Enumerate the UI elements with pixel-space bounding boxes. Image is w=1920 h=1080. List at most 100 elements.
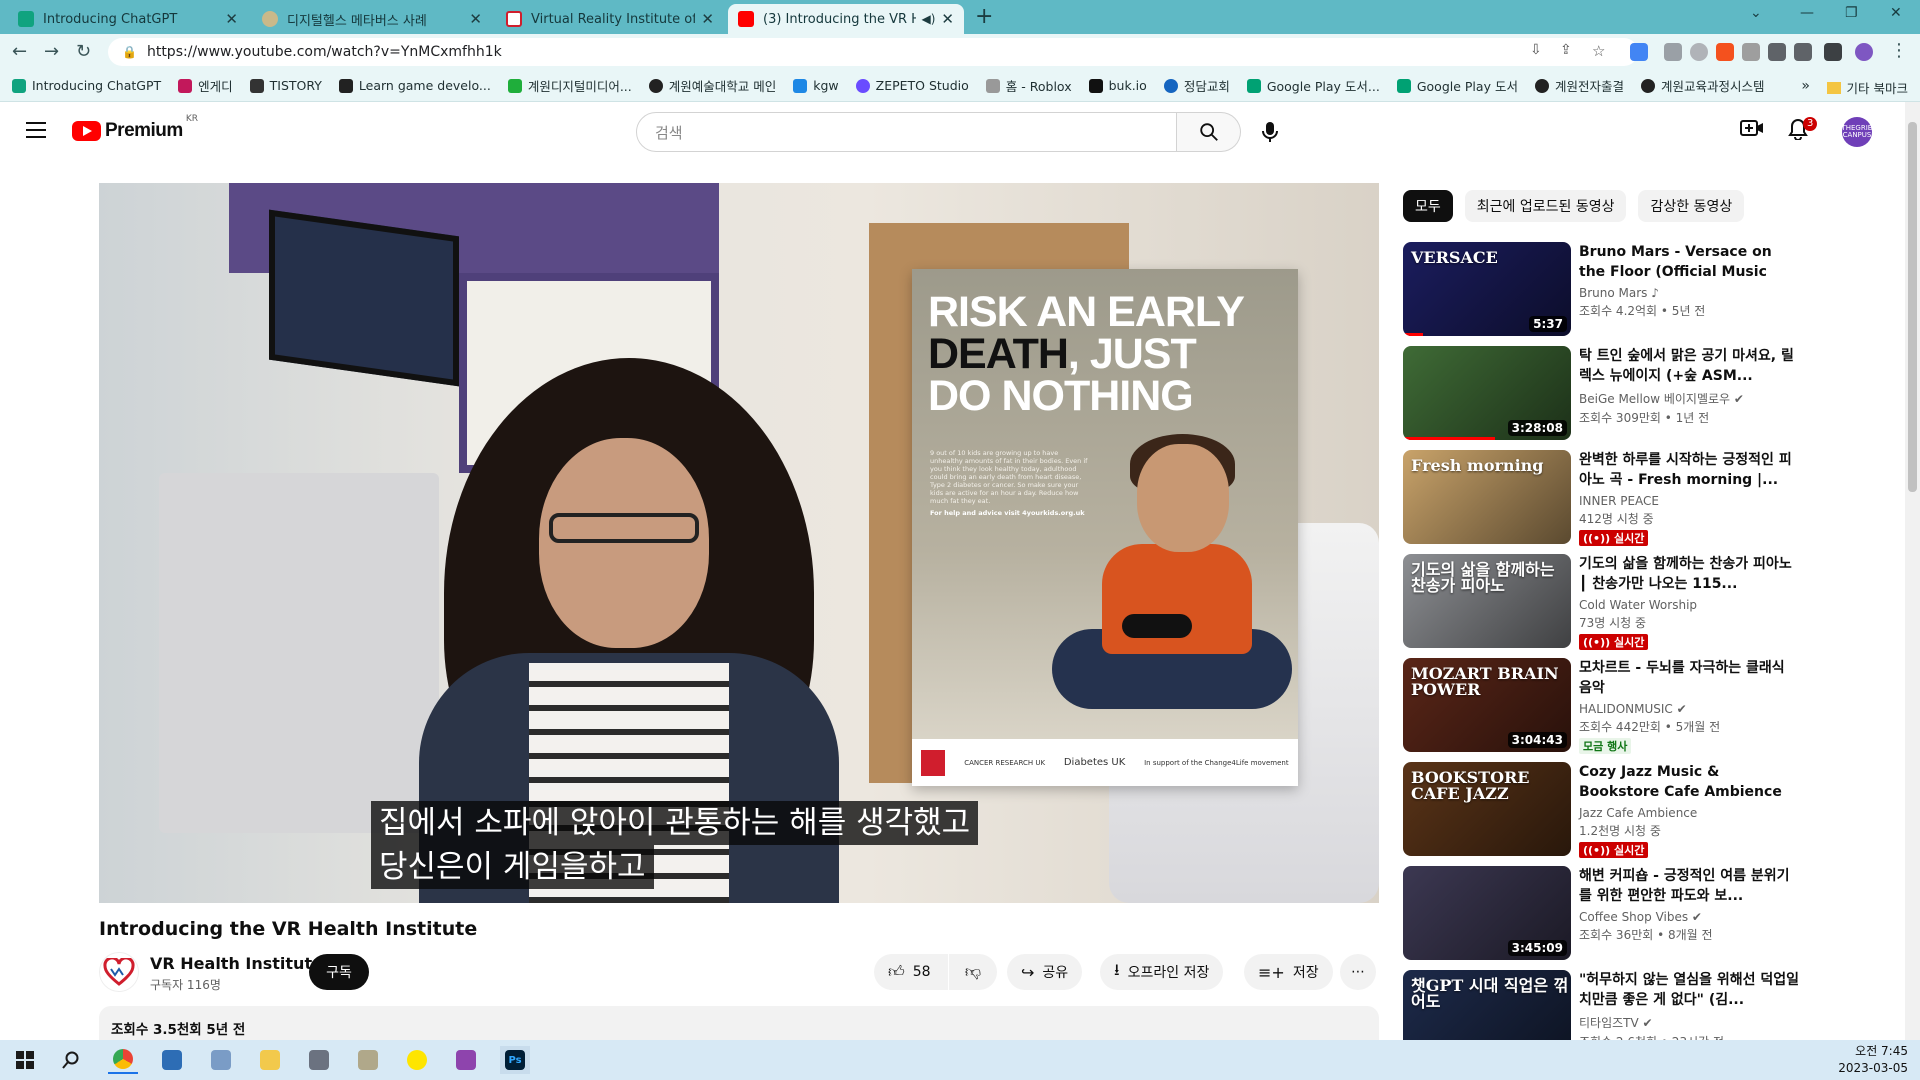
video-channel[interactable]: INNER PEACE — [1579, 494, 1799, 508]
photoshop-icon[interactable]: Ps — [500, 1046, 530, 1074]
kakaotalk-icon[interactable] — [402, 1046, 432, 1074]
bookmark-item[interactable]: ZEPETO Studio — [855, 78, 969, 93]
media-control-icon[interactable] — [1794, 43, 1812, 61]
forward-icon[interactable]: → — [44, 41, 59, 62]
chrome-icon[interactable] — [108, 1046, 138, 1074]
bookmark-item[interactable]: 계원전자출결 — [1534, 76, 1624, 95]
translate-extension-icon[interactable] — [1630, 43, 1648, 61]
bookmark-item[interactable]: buk.io — [1088, 78, 1147, 93]
video-channel[interactable]: 티타임즈TV ✔ — [1579, 1014, 1799, 1031]
bookmark-item[interactable]: 계원예술대학교 메인 — [648, 76, 776, 95]
reload-icon[interactable]: ↻ — [76, 41, 91, 62]
video-thumbnail[interactable]: Fresh morning — [1403, 450, 1571, 544]
share-button[interactable]: ↪ 공유 — [1007, 954, 1083, 990]
close-icon[interactable]: ✕ — [469, 10, 482, 28]
browser-tab-youtube[interactable]: (3) Introducing the VR Heal ◀) ✕ — [728, 4, 964, 34]
save-button[interactable]: ≡+ 저장 — [1244, 954, 1333, 990]
recommended-video[interactable]: 3:45:09 해변 커피숍 - 긍정적인 여름 분위기를 위한 편안한 파도와 … — [1403, 866, 1803, 960]
channel-avatar[interactable] — [99, 952, 139, 992]
close-icon[interactable]: ✕ — [225, 10, 238, 28]
install-icon[interactable]: ⇩ — [1530, 42, 1548, 60]
search-icon[interactable] — [56, 1046, 86, 1074]
bookmark-item[interactable]: 정담교회 — [1163, 76, 1230, 95]
video-thumbnail[interactable]: 3:45:09 — [1403, 866, 1571, 960]
app-icon[interactable] — [206, 1046, 236, 1074]
chip-watched[interactable]: 감상한 동영상 — [1638, 190, 1745, 222]
account-avatar[interactable]: THEGRIB CANPUS — [1841, 117, 1873, 147]
search-button[interactable] — [1177, 112, 1241, 152]
video-channel[interactable]: Coffee Shop Vibes ✔ — [1579, 910, 1799, 924]
recommended-video[interactable]: VERSACE 5:37 Bruno Mars - Versace on the F… — [1403, 242, 1803, 336]
menu-icon[interactable]: ⋮ — [1890, 40, 1908, 61]
app-icon[interactable] — [451, 1046, 481, 1074]
close-icon[interactable]: ✕ — [701, 10, 714, 28]
bookmark-star-icon[interactable]: ☆ — [1592, 42, 1610, 60]
recommended-video[interactable]: BOOKSTORE CAFE JAZZ Cozy Jazz Music & Boo… — [1403, 762, 1803, 858]
profile-icon[interactable] — [1855, 43, 1873, 61]
video-channel[interactable]: Bruno Mars ♪ — [1579, 286, 1799, 300]
video-thumbnail[interactable]: 기도의 삶을 함께하는 찬송가 피아노 — [1403, 554, 1571, 648]
more-actions-button[interactable]: ⋯ — [1340, 954, 1376, 990]
app-icon[interactable] — [157, 1046, 187, 1074]
windows-start-icon[interactable] — [10, 1046, 40, 1074]
video-channel[interactable]: Cold Water Worship — [1579, 598, 1799, 612]
address-bar[interactable]: 🔒 https://www.youtube.com/watch?v=YnMCxm… — [108, 38, 1638, 66]
puzzle-icon[interactable] — [1768, 43, 1786, 61]
bookmark-item[interactable]: Learn game develo... — [338, 78, 491, 93]
chip-all[interactable]: 모두 — [1403, 190, 1453, 222]
system-clock[interactable]: 오전 7:45 2023-03-05 — [1838, 1043, 1908, 1077]
share-icon[interactable]: ⇪ — [1560, 42, 1578, 60]
browser-tab-vr-institute[interactable]: Virtual Reality Institute of Healt ✕ — [496, 4, 724, 34]
restore-button[interactable]: ❐ — [1845, 5, 1858, 21]
calculator-icon[interactable] — [304, 1046, 334, 1074]
recommended-video[interactable]: 3:28:08 탁 트인 숲에서 맑은 공기 마셔요, 릴렉스 뉴에이지 (+숲 … — [1403, 346, 1803, 440]
bookmark-item[interactable]: TISTORY — [249, 78, 322, 93]
like-button[interactable]: 👍︎ 58 — [874, 954, 948, 990]
video-thumbnail[interactable]: MOZART BRAIN POWER 3:04:43 — [1403, 658, 1571, 752]
dislike-button[interactable]: 👎︎ — [949, 954, 997, 990]
minimize-button[interactable]: — — [1800, 5, 1814, 21]
close-window-button[interactable]: ✕ — [1890, 5, 1902, 21]
youtube-logo[interactable]: Premium KR — [72, 114, 198, 142]
bookmark-item[interactable]: 엔게디 — [178, 76, 233, 95]
bookmarks-more-button[interactable]: » — [1801, 78, 1810, 94]
scrollbar-thumb[interactable] — [1908, 122, 1917, 492]
recommended-video[interactable]: MOZART BRAIN POWER 3:04:43 모차르트 - 두뇌를 자극하는… — [1403, 658, 1803, 754]
app-icon[interactable] — [353, 1046, 383, 1074]
search-input[interactable]: 검색 — [636, 112, 1177, 152]
voice-search-button[interactable] — [1250, 112, 1290, 152]
video-thumbnail[interactable]: BOOKSTORE CAFE JAZZ — [1403, 762, 1571, 856]
bookmark-item[interactable]: 계원교육과정시스템 — [1640, 76, 1764, 95]
other-bookmarks[interactable]: 기타 북마크 — [1826, 78, 1908, 97]
browser-tab-digital-health[interactable]: 디지털헬스 메타버스 사례 ✕ — [252, 4, 492, 34]
bookmark-item[interactable]: kgw — [793, 78, 839, 93]
channel-name[interactable]: VR Health Institute — [150, 954, 323, 973]
bookmark-item[interactable]: 계원디지털미디어... — [507, 76, 632, 95]
back-icon[interactable]: ← — [12, 41, 27, 62]
browser-tab-chatgpt[interactable]: Introducing ChatGPT ✕ — [8, 4, 248, 34]
recommended-video[interactable]: 기도의 삶을 함께하는 찬송가 피아노 기도의 삶을 함께하는 찬송가 피아노 ┃… — [1403, 554, 1803, 650]
side-panel-icon[interactable] — [1824, 43, 1842, 61]
create-video-icon[interactable] — [1740, 118, 1764, 143]
camera-extension-icon[interactable] — [1690, 43, 1708, 61]
video-channel[interactable]: Jazz Cafe Ambience — [1579, 806, 1799, 820]
new-tab-button[interactable]: + — [975, 4, 993, 29]
page-scrollbar[interactable] — [1905, 102, 1920, 1040]
download-button[interactable]: ⭳ 오프라인 저장 — [1100, 954, 1224, 990]
ex-extension-icon[interactable] — [1716, 43, 1734, 61]
video-thumbnail[interactable]: 3:28:08 — [1403, 346, 1571, 440]
tab-search-icon[interactable]: ⌄ — [1750, 5, 1762, 21]
bookmark-item[interactable]: Google Play 도서 — [1396, 76, 1518, 95]
bookmark-item[interactable]: Google Play 도서... — [1246, 76, 1380, 95]
file-explorer-icon[interactable] — [255, 1046, 285, 1074]
close-icon[interactable]: ✕ — [941, 10, 954, 28]
menu-icon[interactable] — [26, 122, 46, 143]
chip-recently-uploaded[interactable]: 최근에 업로드된 동영상 — [1464, 190, 1627, 222]
subscribe-button[interactable]: 구독 — [309, 954, 369, 990]
video-player[interactable]: RISK AN EARLY DEATH, JUST DO NOTHING 9 o… — [99, 183, 1379, 903]
extension-icon[interactable] — [1664, 43, 1682, 61]
video-thumbnail[interactable]: VERSACE 5:37 — [1403, 242, 1571, 336]
v-extension-icon[interactable] — [1742, 43, 1760, 61]
video-channel[interactable]: HALIDONMUSIC ✔ — [1579, 702, 1799, 716]
speaker-icon[interactable]: ◀) — [922, 12, 936, 26]
